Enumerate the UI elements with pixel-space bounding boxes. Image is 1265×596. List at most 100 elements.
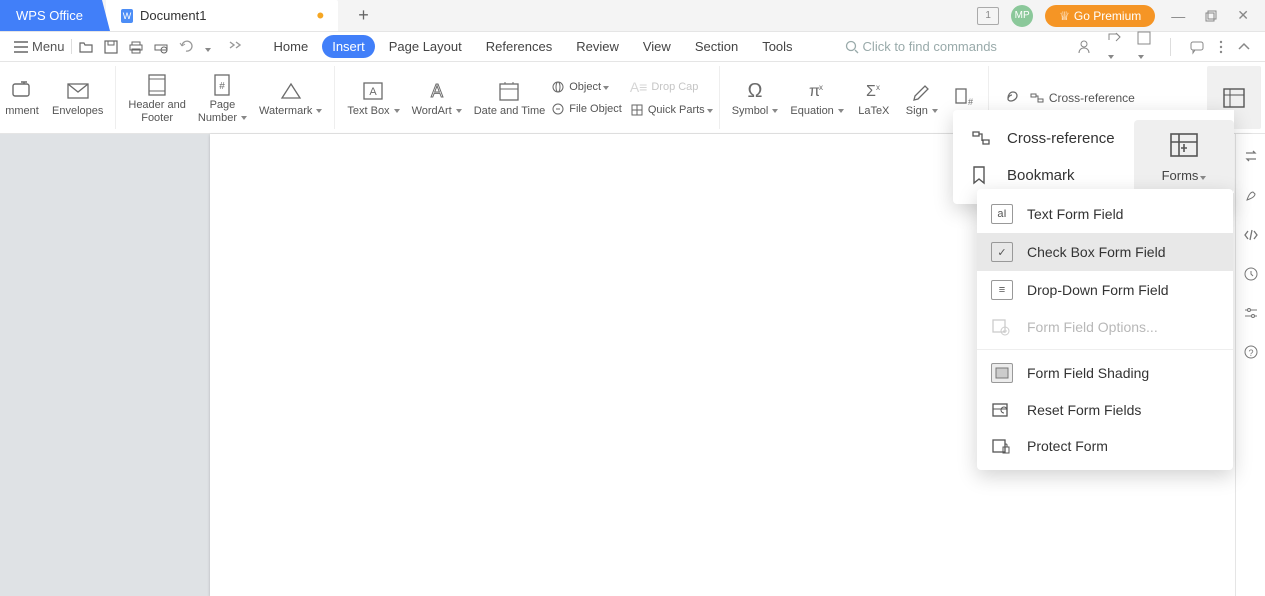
forms-big-icon: [1138, 126, 1230, 164]
forms-label: Forms: [1162, 168, 1199, 183]
avatar-initials: MP: [1015, 10, 1030, 21]
object-label: Object: [569, 81, 609, 93]
header-footer-label-1: Header and: [128, 99, 186, 111]
window-counter[interactable]: 1: [977, 7, 999, 25]
envelopes-button[interactable]: Envelopes: [46, 76, 109, 119]
watermark-button[interactable]: Watermark: [253, 76, 328, 119]
close-button[interactable]: ✕: [1233, 7, 1253, 24]
svg-text:A: A: [431, 81, 443, 101]
dropcap-button[interactable]: A≡ Drop Cap: [630, 79, 713, 95]
textbox-button[interactable]: A Text Box: [341, 76, 405, 119]
fileobject-icon: [551, 102, 565, 116]
fileobject-button[interactable]: File Object: [551, 102, 622, 116]
watermark-icon: [278, 78, 304, 104]
separator: [977, 349, 1233, 350]
dropdown-form-field-item[interactable]: ≡ Drop-Down Form Field: [977, 271, 1233, 309]
svg-text:A: A: [370, 86, 378, 98]
svg-text:Σ: Σ: [866, 83, 876, 100]
app-tab-label: WPS Office: [16, 8, 83, 23]
svg-text:W: W: [123, 11, 132, 21]
tab-home[interactable]: Home: [264, 35, 319, 58]
new-tab-button[interactable]: +: [358, 5, 369, 26]
menu-button[interactable]: Menu: [14, 39, 72, 54]
unsaved-dot-icon: •: [316, 5, 324, 27]
minimize-button[interactable]: —: [1167, 8, 1189, 24]
more-qa-icon[interactable]: [228, 39, 244, 55]
tab-section[interactable]: Section: [685, 35, 748, 58]
sign-button[interactable]: Sign: [898, 76, 946, 119]
symbol-label: Symbol: [732, 105, 779, 117]
comment-pane-icon[interactable]: [1189, 39, 1205, 55]
text-form-field-item[interactable]: aI Text Form Field: [977, 195, 1233, 233]
app-tab[interactable]: WPS Office: [0, 0, 110, 31]
dropdown-field-label: Drop-Down Form Field: [1027, 282, 1169, 298]
shading-label: Form Field Shading: [1027, 365, 1149, 381]
collapse-ribbon-icon[interactable]: [1237, 42, 1251, 52]
user-avatar[interactable]: MP: [1011, 5, 1033, 27]
go-premium-label: Go Premium: [1074, 9, 1141, 23]
document-title: Document1: [140, 8, 206, 23]
wordart-button[interactable]: A WordArt: [406, 76, 468, 119]
protect-form-item[interactable]: Protect Form: [977, 428, 1233, 464]
more-icon[interactable]: [1219, 40, 1223, 54]
comment-button[interactable]: mment: [0, 76, 46, 119]
user-icon[interactable]: [1076, 39, 1092, 55]
reset-icon: [991, 401, 1013, 419]
tab-references[interactable]: References: [476, 35, 562, 58]
go-premium-button[interactable]: ♕ Go Premium: [1045, 5, 1155, 27]
share-icon[interactable]: [1106, 30, 1122, 64]
side-history-icon[interactable]: [1243, 266, 1259, 282]
document-tab[interactable]: W Document1 •: [106, 0, 338, 31]
svg-text:#: #: [968, 97, 973, 107]
save-cloud-icon[interactable]: [1136, 30, 1152, 64]
maximize-button[interactable]: [1201, 10, 1221, 22]
form-field-shading-item[interactable]: Form Field Shading: [977, 354, 1233, 392]
hamburger-icon: [14, 41, 28, 53]
crossref-button[interactable]: Cross-reference: [1029, 91, 1135, 105]
undo-icon[interactable]: [178, 39, 194, 55]
tab-tools[interactable]: Tools: [752, 35, 802, 58]
insert-number-icon: #: [952, 84, 976, 110]
textbox-label: Text Box: [347, 105, 399, 117]
print-preview-icon[interactable]: [153, 39, 169, 55]
page-number-button[interactable]: # Page Number: [192, 70, 253, 126]
side-settings-icon[interactable]: [1243, 306, 1259, 320]
tab-insert[interactable]: Insert: [322, 35, 375, 58]
side-help-icon[interactable]: ?: [1243, 344, 1259, 360]
crown-icon: ♕: [1059, 9, 1070, 23]
object-button[interactable]: Object: [551, 80, 622, 94]
tab-view[interactable]: View: [633, 35, 681, 58]
symbol-button[interactable]: Ω Symbol: [726, 76, 785, 119]
forms-button[interactable]: Forms: [1138, 164, 1230, 187]
object-icon: [551, 80, 565, 94]
command-search[interactable]: Click to find commands: [845, 39, 997, 54]
tab-page-layout[interactable]: Page Layout: [379, 35, 472, 58]
equation-label: Equation: [790, 105, 843, 117]
latex-button[interactable]: Σx LaTeX: [850, 76, 898, 119]
header-footer-button[interactable]: Header and Footer: [122, 70, 192, 126]
side-swap-icon[interactable]: [1243, 148, 1259, 164]
save-icon[interactable]: [103, 39, 119, 55]
quickparts-icon: [630, 103, 644, 117]
attachment-button[interactable]: [995, 82, 1029, 113]
tab-review[interactable]: Review: [566, 35, 629, 58]
equation-button[interactable]: πx Equation: [784, 76, 849, 119]
sign-label: Sign: [906, 105, 938, 117]
undo-dropdown[interactable]: [203, 39, 219, 55]
insert-number-button[interactable]: #: [946, 82, 982, 113]
bookmark-icon: [971, 165, 993, 185]
shading-icon: [991, 363, 1013, 383]
quickparts-button[interactable]: Quick Parts: [630, 103, 713, 117]
print-icon[interactable]: [128, 39, 144, 55]
wordart-label: WordArt: [412, 105, 462, 117]
side-style-icon[interactable]: [1243, 188, 1259, 204]
checkbox-form-field-item[interactable]: ✓ Check Box Form Field: [977, 233, 1233, 271]
datetime-button[interactable]: Date and Time: [468, 76, 552, 119]
reset-form-fields-item[interactable]: Reset Form Fields: [977, 392, 1233, 428]
search-icon: [845, 40, 859, 54]
sign-icon: [911, 78, 933, 104]
equation-icon: πx: [805, 78, 829, 104]
svg-text:#: #: [220, 81, 226, 92]
side-code-icon[interactable]: [1243, 228, 1259, 242]
open-icon[interactable]: [78, 39, 94, 55]
